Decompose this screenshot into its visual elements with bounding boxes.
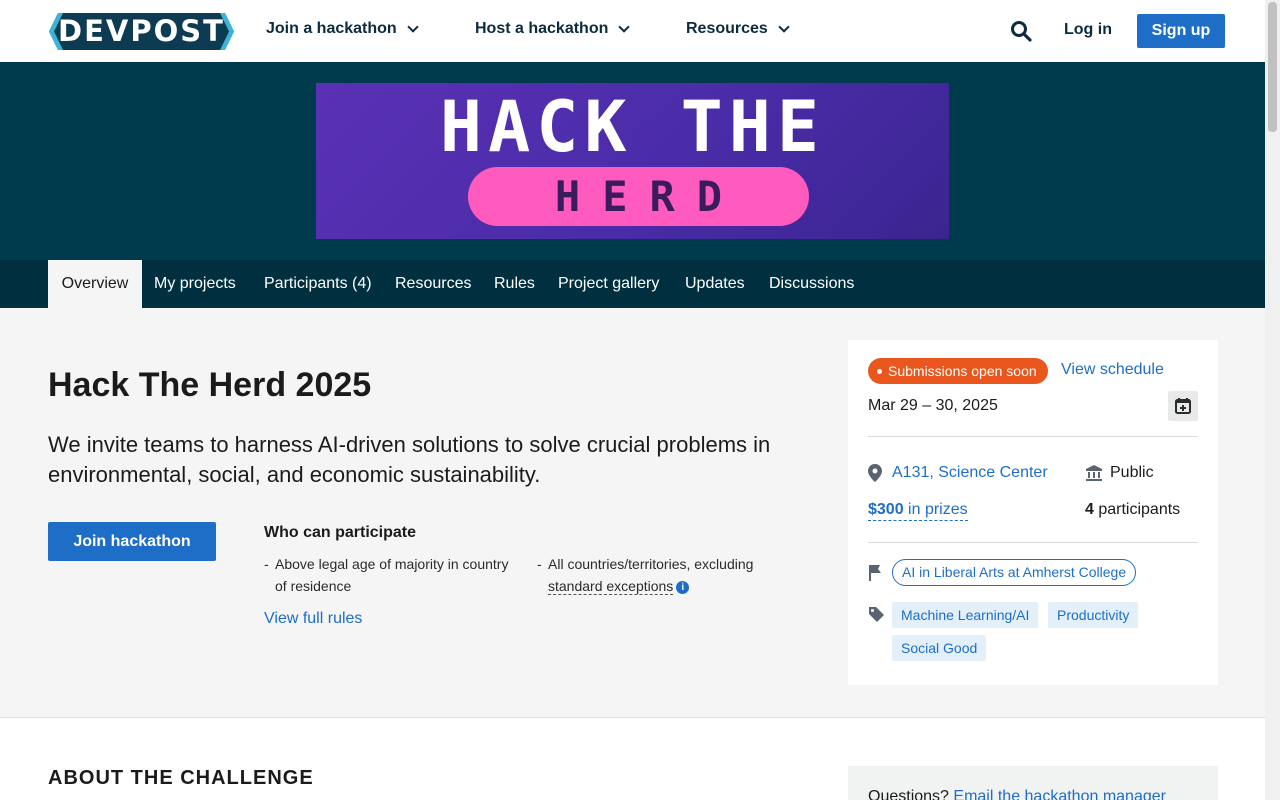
prize-amount: $300 (868, 501, 904, 518)
eligibility-countries-text: All countries/territories, excluding (548, 556, 754, 572)
location-pin-icon (868, 464, 882, 482)
hackathon-dates: Mar 29 – 30, 2025 (868, 397, 998, 414)
info-icon[interactable]: i (676, 581, 690, 594)
nav-resources[interactable]: Resources (686, 20, 790, 38)
prize-suffix: in prizes (903, 501, 968, 518)
about-heading: ABOUT THE CHALLENGE (48, 767, 314, 789)
chevron-down-icon (778, 21, 790, 33)
signup-button[interactable]: Sign up (1137, 14, 1225, 48)
tab-updates[interactable]: Updates (685, 260, 745, 308)
search-icon[interactable] (1010, 20, 1032, 42)
theme-tag[interactable]: Machine Learning/AI (892, 602, 1039, 628)
questions-text: Questions? Email the hackathon manager (868, 788, 1166, 800)
nav-join-hackathon-label: Join a hackathon (266, 20, 397, 37)
tab-my-projects[interactable]: My projects (154, 260, 236, 308)
status-dot-icon (877, 369, 882, 374)
standard-exceptions-link[interactable]: standard exceptions (548, 578, 674, 595)
organizer-pill[interactable]: AI in Liberal Arts at Amherst College (892, 559, 1137, 586)
join-hackathon-button[interactable]: Join hackathon (48, 522, 216, 561)
theme-tag[interactable]: Social Good (892, 635, 987, 661)
chevron-down-icon (618, 21, 631, 33)
institution-icon (1086, 465, 1102, 481)
tab-participants[interactable]: Participants (4) (264, 260, 372, 308)
prizes-link[interactable]: $300 in prizes (868, 501, 968, 521)
logo-text: DEVPOST (58, 14, 225, 48)
participants-count: 4 participants (1085, 501, 1180, 519)
calendar-plus-icon (1175, 398, 1191, 414)
who-can-participate-heading: Who can participate (264, 524, 417, 541)
divider (868, 436, 1198, 437)
questions-label: Questions? (868, 788, 954, 800)
eligibility-age-text: Above legal age of majority in country o… (275, 556, 509, 594)
nav-host-hackathon[interactable]: Host a hackathon (475, 20, 631, 38)
eligibility-item: - Above legal age of majority in country… (264, 553, 524, 597)
divider (868, 542, 1198, 543)
participant-label: participants (1093, 501, 1181, 518)
visibility-label: Public (1110, 464, 1154, 481)
participant-number: 4 (1085, 501, 1094, 518)
flag-icon (869, 565, 881, 581)
hackathon-banner-image: HACK THE HERD (316, 83, 949, 239)
banner-title-line1: HACK THE (439, 86, 826, 168)
email-manager-link[interactable]: Email the hackathon manager (953, 788, 1166, 800)
tab-overview[interactable]: Overview (48, 260, 142, 308)
tab-rules[interactable]: Rules (494, 260, 535, 308)
eligibility-item: - All countries/territories, excluding s… (537, 556, 754, 595)
nav-resources-label: Resources (686, 20, 768, 37)
scrollbar-thumb[interactable] (1268, 2, 1277, 132)
nav-join-hackathon[interactable]: Join a hackathon (266, 20, 419, 38)
location-link[interactable]: A131, Science Center (892, 464, 1048, 482)
page-title: Hack The Herd 2025 (48, 366, 372, 404)
top-navbar: DEVPOST Join a hackathon Host a hackatho… (0, 0, 1265, 62)
view-full-rules-link[interactable]: View full rules (264, 610, 362, 628)
hackathon-tagline: We invite teams to harness AI-driven sol… (48, 432, 771, 487)
banner-title-line2: HERD (554, 172, 745, 221)
status-badge: Submissions open soon (868, 358, 1048, 384)
hackathon-tabs: Overview My projects Participants (4) Re… (0, 260, 1265, 308)
tag-icon (869, 607, 884, 622)
add-to-calendar-button[interactable] (1168, 391, 1198, 421)
view-schedule-link[interactable]: View schedule (1061, 361, 1164, 379)
hackathon-details-sidebar: Submissions open soon View schedule Mar … (848, 340, 1218, 685)
tab-resources[interactable]: Resources (395, 260, 471, 308)
login-link[interactable]: Log in (1064, 21, 1112, 39)
tab-discussions[interactable]: Discussions (769, 260, 854, 308)
devpost-logo[interactable]: DEVPOST (49, 13, 234, 50)
nav-host-hackathon-label: Host a hackathon (475, 20, 609, 37)
tab-project-gallery[interactable]: Project gallery (558, 260, 659, 308)
theme-tag[interactable]: Productivity (1048, 602, 1139, 628)
chevron-down-icon (407, 21, 419, 33)
status-badge-label: Submissions open soon (888, 363, 1037, 379)
